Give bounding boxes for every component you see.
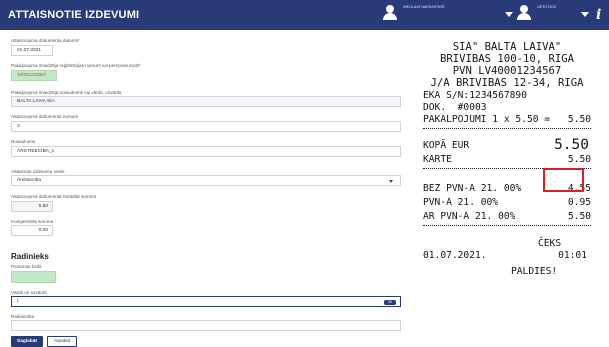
receipt-address: BRIVIBAS 100-10, RIGA <box>440 53 574 65</box>
info-icon[interactable]: i <box>596 7 601 23</box>
receipt-total-amount: 5.50 <box>554 137 589 153</box>
receipt-datetime-row: 01.07.2021. 01:01 <box>423 250 591 261</box>
kinship-label: Radniecība <box>11 314 35 319</box>
receipt-total-row: KOPĀ EUR 5.50 <box>423 137 591 153</box>
receipt-eka: EKA S/N:1234567890 <box>423 90 527 101</box>
personal-code-input[interactable] <box>11 271 56 283</box>
amount-label: Attaisnojuma dokumentā norādītā summa <box>11 194 97 199</box>
receipt-divider <box>423 225 591 227</box>
seller-name-label: Pakalpojuma sniedzēja nosaukums vai vārd… <box>11 90 122 95</box>
doc-number-label: Attaisnojuma dokumenta numurs <box>11 114 79 119</box>
receipt-vat-amount: 0.95 <box>567 197 591 208</box>
receipt-image: SIA" BALTA LAIVA" BRIVIBAS 100-10, RIGA … <box>413 31 597 343</box>
kinship-input[interactable] <box>11 320 401 331</box>
receipt-time: 01:01 <box>558 250 587 261</box>
user-icon <box>517 5 531 21</box>
name-input[interactable]: ĀRSTNIECĪBA_1 <box>11 146 401 157</box>
doc-date-input[interactable]: 01.07.2021 <box>11 45 53 56</box>
compensated-label: Kompensētā summa <box>11 219 54 224</box>
receipt-divider <box>423 128 591 130</box>
expense-type-label: Attaisnoto izdevumu veids <box>11 169 65 174</box>
top-bar: ATTAISNOTIE IZDEVUMI NIKOLAJS NAKRASTIŅŠ… <box>0 0 609 30</box>
receipt-date: 01.07.2021. <box>423 250 487 261</box>
doc-number-input[interactable]: 3 <box>11 121 401 132</box>
receipt-card-label: KARTE <box>423 154 452 165</box>
receipt-vat-number: PVN LV40001234567 <box>452 65 562 77</box>
receipt-vat-incl-amount: 5.50 <box>567 211 591 222</box>
amount-input[interactable]: 5,50 <box>11 201 53 212</box>
seller-reg-input[interactable]: 40001234567 <box>11 70 57 81</box>
expense-type-select[interactable]: Ārstniecība <box>11 175 401 186</box>
cancel-button[interactable]: Atpakaļ <box>47 336 77 347</box>
receipt-vat-excl-label: BEZ PVN-A 21. 00% <box>423 183 522 194</box>
receipt-total-label: KOPĀ EUR <box>423 140 470 151</box>
receipt-vat-row: PVN-A 21. 00% 0.95 <box>423 197 591 208</box>
receipt-doc: DOK. #0003 <box>423 102 487 113</box>
receipt-vat-incl-label: AR PVN-A 21. 00% <box>423 211 516 222</box>
chevron-down-icon <box>389 180 393 183</box>
doc-date-label: Attaisnojuma dokumenta datums* <box>11 38 80 43</box>
user-role: LIETOTĀJS <box>537 5 557 9</box>
relatives-heading: Radinieks <box>11 252 49 261</box>
total-highlight-box <box>543 168 584 192</box>
full-name-label: Vārds un uzvārds <box>11 290 47 295</box>
receipt-legal-address: J/A BRIVIBAS 12-34, RIGA <box>430 77 584 89</box>
compensated-input[interactable]: 0,00 <box>11 225 53 236</box>
user-icon <box>383 5 397 21</box>
receipt-thanks: PALDIES! <box>511 266 558 277</box>
seller-name-input[interactable]: BALTA LAIVA SIA <box>11 96 401 107</box>
user-menu-primary[interactable]: NIKOLAJS NAKRASTIŅŠ <box>383 5 463 21</box>
receipt-word: ČEKS <box>538 238 562 249</box>
chevron-down-icon[interactable] <box>581 12 589 17</box>
ok-badge[interactable]: OK <box>384 299 396 305</box>
full-name-input[interactable]: | OK <box>11 296 401 307</box>
expense-type-value: Ārstniecība <box>17 178 41 183</box>
receipt-service-amount: 5.50 <box>567 114 591 125</box>
page-title: ATTAISNOTIE IZDEVUMI <box>8 9 140 21</box>
receipt-vat-incl-row: AR PVN-A 21. 00% 5.50 <box>423 211 591 222</box>
name-label: Nosaukums <box>11 139 36 144</box>
chevron-down-icon[interactable] <box>505 12 513 17</box>
receipt-card-row: KARTE 5.50 <box>423 154 591 165</box>
save-button[interactable]: Saglabāt <box>11 336 43 347</box>
personal-code-label: Personas kods <box>11 264 42 269</box>
receipt-service-row: PAKALPOJUMI 1 x 5.50 = 5.50 <box>423 114 591 125</box>
full-name-value: | <box>17 299 19 304</box>
expense-form: Attaisnojuma dokumenta datums* 01.07.202… <box>0 30 410 347</box>
receipt-vat-label: PVN-A 21. 00% <box>423 197 499 208</box>
user-name: NIKOLAJS NAKRASTIŅŠ <box>403 5 445 9</box>
receipt-service-label: PAKALPOJUMI 1 x 5.50 = <box>423 114 551 125</box>
receipt-company: SIA" BALTA LAIVA" <box>452 41 562 53</box>
receipt-card-amount: 5.50 <box>567 154 591 165</box>
seller-reg-label: Pakalpojuma sniedzēja reģistrācijas numu… <box>11 63 141 68</box>
